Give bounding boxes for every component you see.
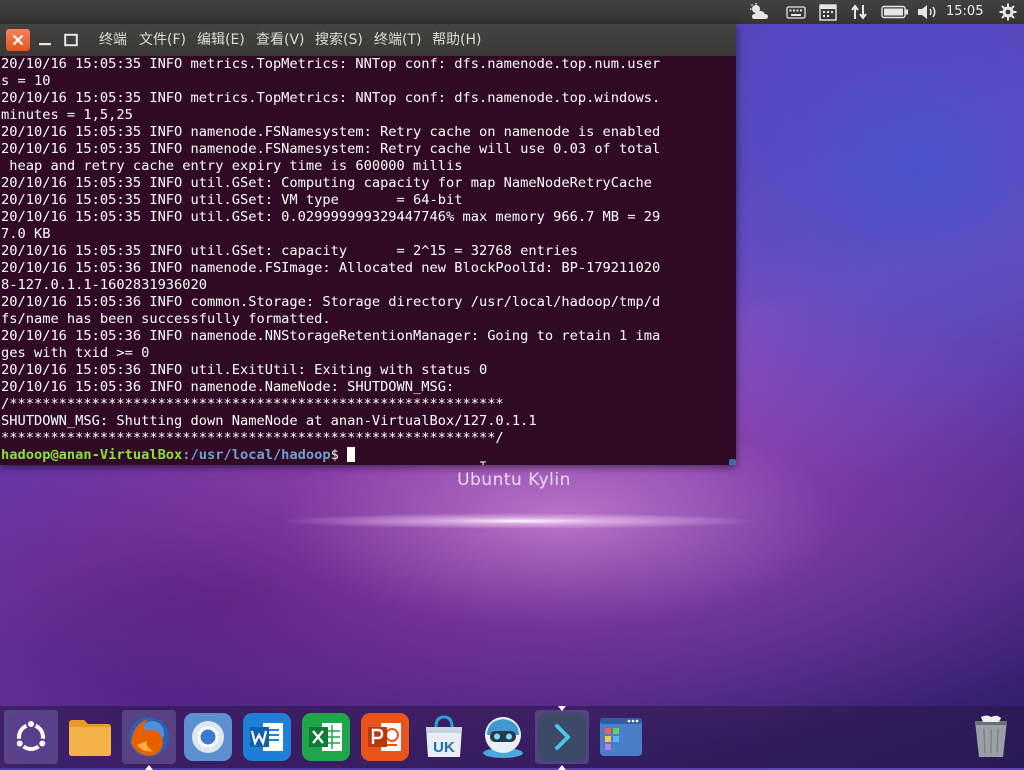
menu-search[interactable]: 搜索(S) bbox=[315, 24, 363, 56]
menu-file[interactable]: 文件(F) bbox=[139, 24, 186, 56]
dock-item-wps-presentation[interactable] bbox=[358, 710, 412, 764]
ibeam-cursor-icon bbox=[480, 461, 486, 465]
wps-writer-icon bbox=[243, 713, 291, 761]
dock-item-terminal[interactable] bbox=[535, 706, 589, 770]
trash-icon bbox=[967, 713, 1015, 761]
running-indicator bbox=[558, 706, 566, 711]
prompt-user-host: hadoop@anan-VirtualBox bbox=[1, 447, 183, 463]
terminal-line: 20/10/16 15:05:35 INFO metrics.TopMetric… bbox=[1, 56, 661, 72]
terminal-line: /***************************************… bbox=[1, 396, 504, 412]
maximize-icon bbox=[64, 33, 78, 47]
weather-icon[interactable] bbox=[746, 0, 772, 24]
terminal-line: minutes = 1,5,25 bbox=[1, 107, 133, 123]
terminal-output[interactable]: 20/10/16 15:05:35 INFO metrics.TopMetric… bbox=[0, 56, 736, 465]
terminal-line: 8-127.0.1.1-1602831936020 bbox=[1, 277, 208, 293]
menu-help[interactable]: 帮助(H) bbox=[432, 24, 481, 56]
prompt-symbol: $ bbox=[330, 447, 348, 463]
terminal-line: 20/10/16 15:05:35 INFO util.GSet: Comput… bbox=[1, 175, 653, 191]
calendar-icon[interactable] bbox=[816, 0, 840, 24]
terminal-line: 20/10/16 15:05:36 INFO namenode.FSImage:… bbox=[1, 260, 661, 276]
dock-item-files[interactable] bbox=[63, 710, 117, 764]
chromium-browser-icon bbox=[184, 713, 232, 761]
terminal-line: 20/10/16 15:05:35 INFO util.GSet: capaci… bbox=[1, 243, 578, 259]
wps-presentation-icon bbox=[361, 713, 409, 761]
dock-item-wps-writer[interactable] bbox=[240, 710, 294, 764]
terminal-line: 20/10/16 15:05:35 INFO namenode.FSNamesy… bbox=[1, 124, 661, 140]
prompt-path: :/usr/local/hadoop bbox=[182, 447, 331, 463]
maximize-window-button[interactable] bbox=[58, 28, 84, 52]
file-manager-folder-icon bbox=[66, 713, 114, 761]
close-window-button[interactable] bbox=[6, 29, 30, 51]
terminal-line: 20/10/16 15:05:36 INFO common.Storage: S… bbox=[1, 294, 661, 310]
terminal-line: 20/10/16 15:05:35 INFO util.GSet: 0.0299… bbox=[1, 209, 661, 225]
dock-item-software-center[interactable]: UK bbox=[417, 710, 471, 764]
dock: UK bbox=[0, 706, 1024, 770]
minimize-icon bbox=[39, 43, 51, 46]
dock-item-wps-spreadsheets[interactable] bbox=[299, 710, 353, 764]
terminal-menubar: 终端 文件(F) 编辑(E) 查看(V) 搜索(S) 终端(T) 帮助(H) bbox=[0, 24, 736, 56]
firefox-icon bbox=[125, 713, 173, 761]
terminal-line: s = 10 bbox=[1, 73, 51, 89]
wps-spreadsheets-icon bbox=[302, 713, 350, 761]
terminal-window[interactable]: 终端 文件(F) 编辑(E) 查看(V) 搜索(S) 终端(T) 帮助(H) 2… bbox=[0, 24, 736, 465]
dock-item-youker-assistant[interactable] bbox=[476, 710, 530, 764]
terminal-line: 7.0 KB bbox=[1, 226, 51, 242]
workspace-switcher-icon bbox=[597, 713, 645, 761]
ubuntu-kylin-start-icon bbox=[7, 713, 55, 761]
terminal-line: 20/10/16 15:05:35 INFO util.GSet: VM typ… bbox=[1, 192, 463, 208]
ubuntu-kylin-software-center-icon: UK bbox=[420, 713, 468, 761]
shell-prompt-line[interactable]: hadoop@anan-VirtualBox:/usr/local/hadoop… bbox=[1, 447, 356, 464]
terminal-line: 20/10/16 15:05:36 INFO namenode.NameNode… bbox=[1, 379, 455, 395]
terminal-line: ****************************************… bbox=[1, 430, 504, 446]
volume-icon[interactable] bbox=[916, 0, 940, 24]
terminal-line: 20/10/16 15:05:36 INFO namenode.NNStorag… bbox=[1, 328, 661, 344]
dock-item-workspaces[interactable] bbox=[594, 710, 648, 764]
menu-view[interactable]: 查看(V) bbox=[256, 24, 305, 56]
close-icon bbox=[12, 34, 24, 46]
terminal-line: heap and retry cache entry expiry time i… bbox=[1, 158, 463, 174]
wallpaper-label: Ubuntu Kylin bbox=[457, 470, 571, 490]
dock-item-firefox[interactable] bbox=[122, 710, 176, 770]
keyboard-icon[interactable] bbox=[784, 0, 808, 24]
minimize-window-button[interactable] bbox=[32, 28, 58, 52]
text-cursor bbox=[347, 447, 356, 462]
terminal-scrollbar[interactable] bbox=[729, 459, 736, 465]
svg-text:UK: UK bbox=[433, 739, 455, 756]
menu-terminal[interactable]: 终端(T) bbox=[374, 24, 421, 56]
dock-item-start[interactable] bbox=[4, 710, 58, 764]
terminal-line: ges with txid >= 0 bbox=[1, 345, 150, 361]
top-panel: 15:05 bbox=[0, 0, 1024, 24]
menu-edit[interactable]: 编辑(E) bbox=[197, 24, 245, 56]
terminal-line: 20/10/16 15:05:36 INFO util.ExitUtil: Ex… bbox=[1, 362, 488, 378]
settings-gear-icon[interactable] bbox=[996, 0, 1020, 24]
network-arrows-icon[interactable] bbox=[848, 0, 870, 24]
terminal-icon bbox=[538, 713, 586, 761]
terminal-line: SHUTDOWN_MSG: Shutting down NameNode at … bbox=[1, 413, 537, 429]
menu-terminal-app[interactable]: 终端 bbox=[99, 24, 127, 56]
clock[interactable]: 15:05 bbox=[946, 0, 983, 24]
youker-assistant-icon bbox=[479, 713, 527, 761]
terminal-line: 20/10/16 15:05:35 INFO namenode.FSNamesy… bbox=[1, 141, 661, 157]
battery-icon[interactable] bbox=[879, 0, 911, 24]
dock-item-trash[interactable] bbox=[964, 710, 1018, 764]
dock-item-chromium[interactable] bbox=[181, 710, 235, 764]
terminal-line: 20/10/16 15:05:35 INFO metrics.TopMetric… bbox=[1, 90, 661, 106]
terminal-line: fs/name has been successfully formatted. bbox=[1, 311, 331, 327]
